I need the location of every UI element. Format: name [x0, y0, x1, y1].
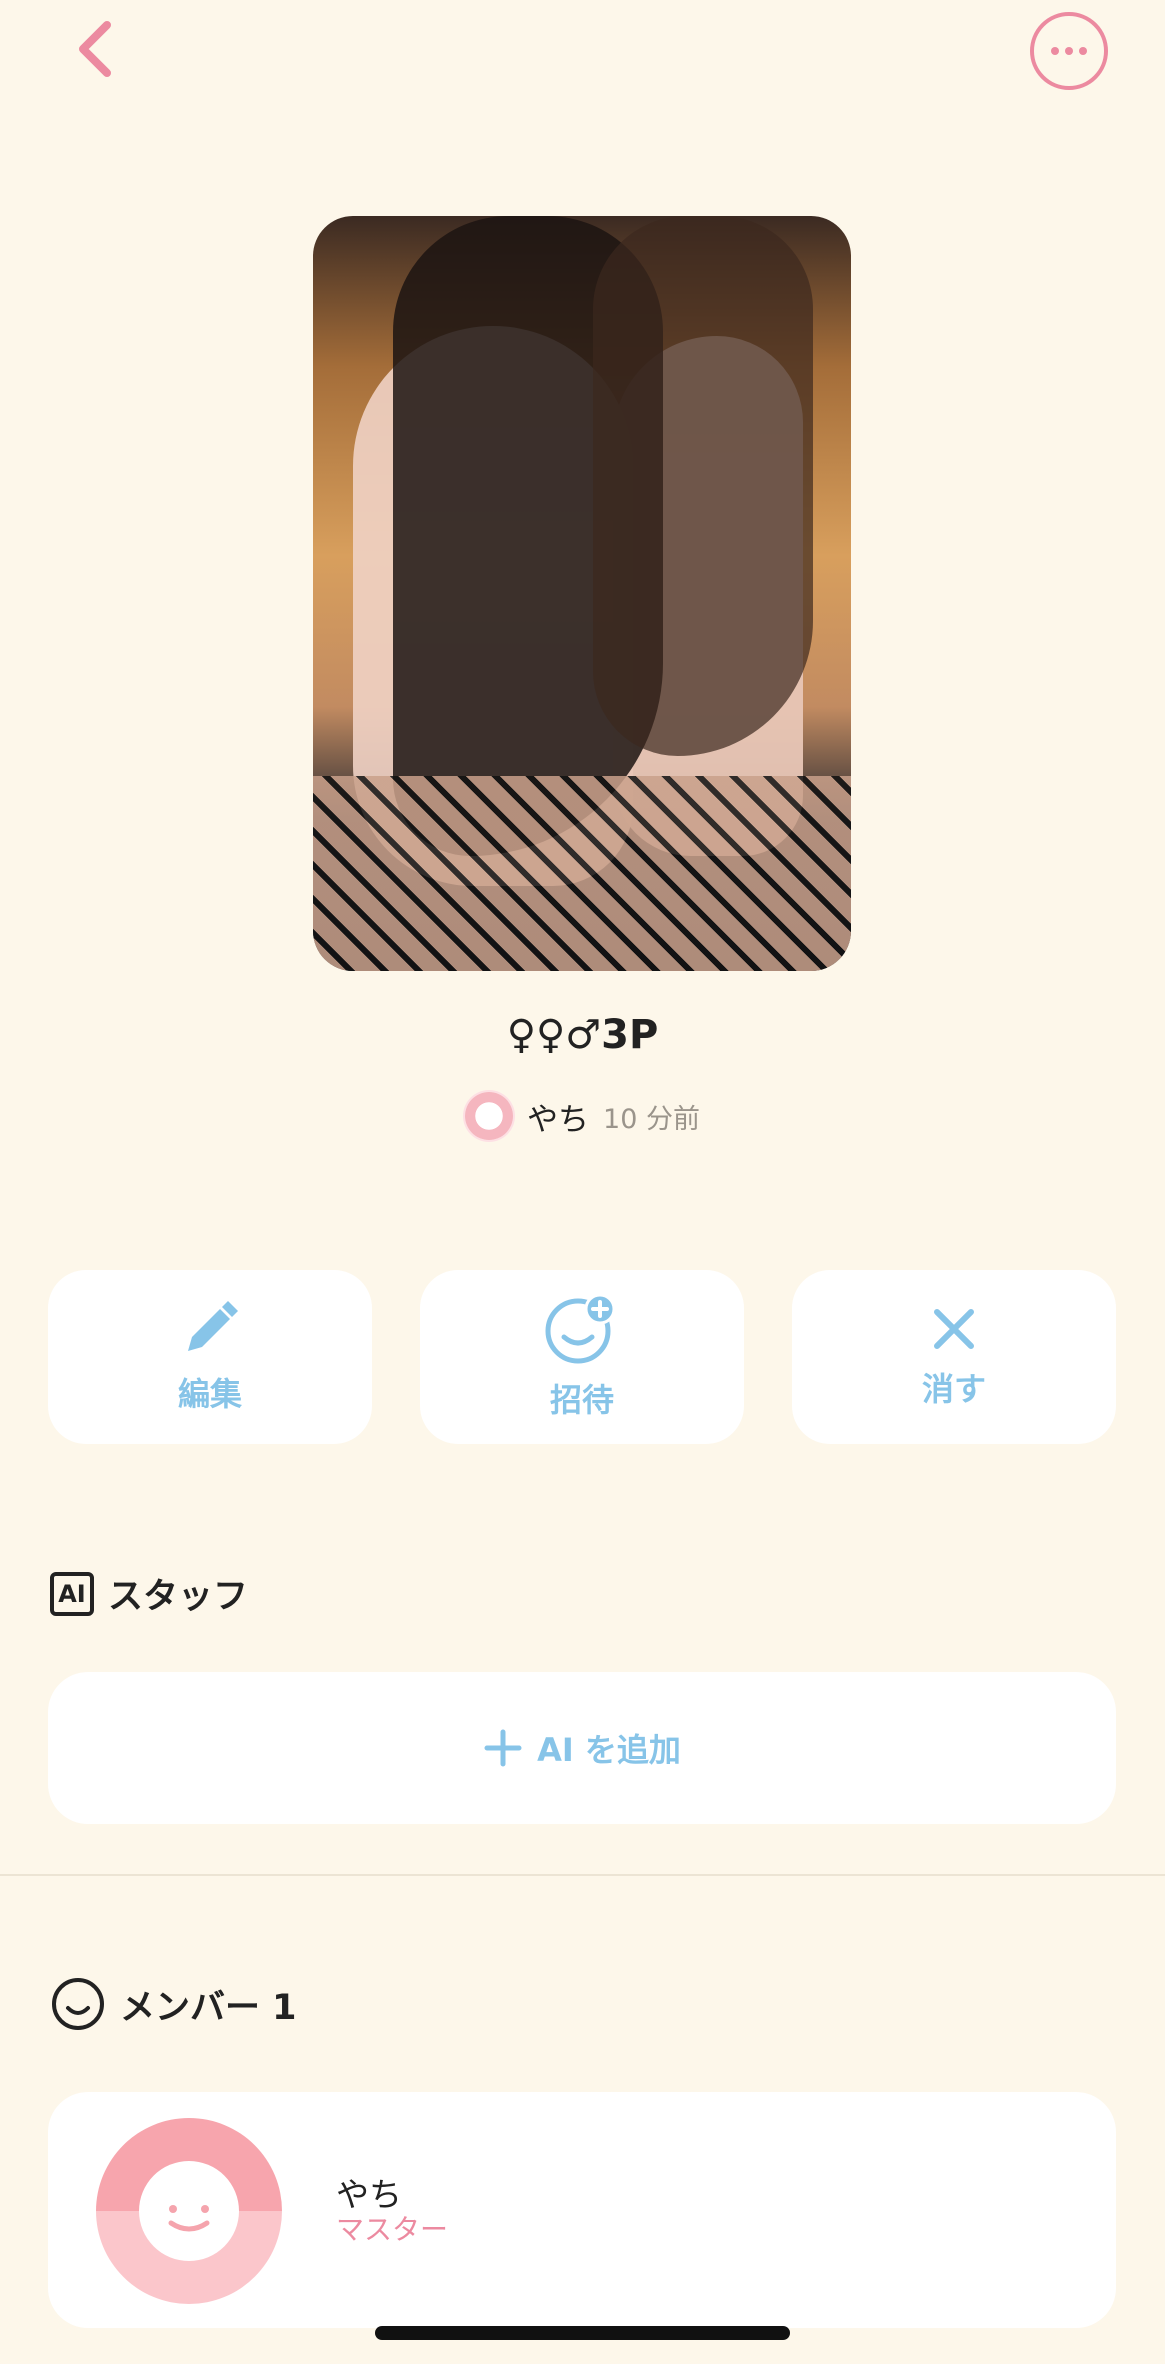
cover-pattern [313, 776, 851, 971]
ellipsis-dot [1079, 47, 1087, 55]
time-ago: 10 分前 [603, 1103, 700, 1135]
delete-button[interactable]: 消す [792, 1270, 1116, 1444]
smile-face-icon [52, 1978, 104, 2030]
members-title-text: メンバー 1 [120, 1987, 297, 2028]
ai-icon: AI [50, 1571, 94, 1616]
smile-icon [168, 2205, 210, 2232]
more-options-button[interactable] [1030, 12, 1108, 90]
members-section-title: メンバー 1 [50, 1976, 297, 2032]
close-icon [934, 1309, 974, 1349]
back-button[interactable] [60, 14, 130, 84]
plus-icon [484, 1729, 522, 1767]
edit-button[interactable]: 編集 [48, 1270, 372, 1444]
member-row[interactable]: やち マスター [48, 2092, 1116, 2328]
member-role: マスター [336, 2213, 449, 2246]
staff-title-text: スタッフ [108, 1577, 249, 1617]
owner-name[interactable]: やち [527, 1094, 589, 1139]
invite-label: 招待 [549, 1381, 614, 1419]
room-cover-image [313, 216, 851, 971]
chevron-left-icon [79, 21, 111, 77]
owner-avatar[interactable] [465, 1092, 514, 1140]
delete-label: 消す [921, 1370, 986, 1408]
room-meta: やち 10 分前 [0, 1092, 1165, 1140]
invite-button[interactable]: 招待 [420, 1270, 744, 1444]
ellipsis-dot [1065, 47, 1073, 55]
member-avatar [96, 2118, 282, 2304]
avatar-face [139, 2161, 239, 2261]
section-divider [0, 1874, 1165, 1876]
add-ai-button[interactable]: AI を追加 [48, 1672, 1116, 1824]
ellipsis-dot [1051, 47, 1059, 55]
cover-figure [593, 216, 813, 756]
pencil-icon [188, 1301, 238, 1351]
staff-section-title: AI スタッフ [50, 1568, 248, 1619]
home-indicator [375, 2326, 790, 2340]
room-title: ♀♀♂3P [506, 1012, 659, 1058]
add-ai-label: AI を追加 [537, 1731, 681, 1769]
add-face-icon [545, 1293, 616, 1364]
edit-label: 編集 [177, 1375, 242, 1413]
